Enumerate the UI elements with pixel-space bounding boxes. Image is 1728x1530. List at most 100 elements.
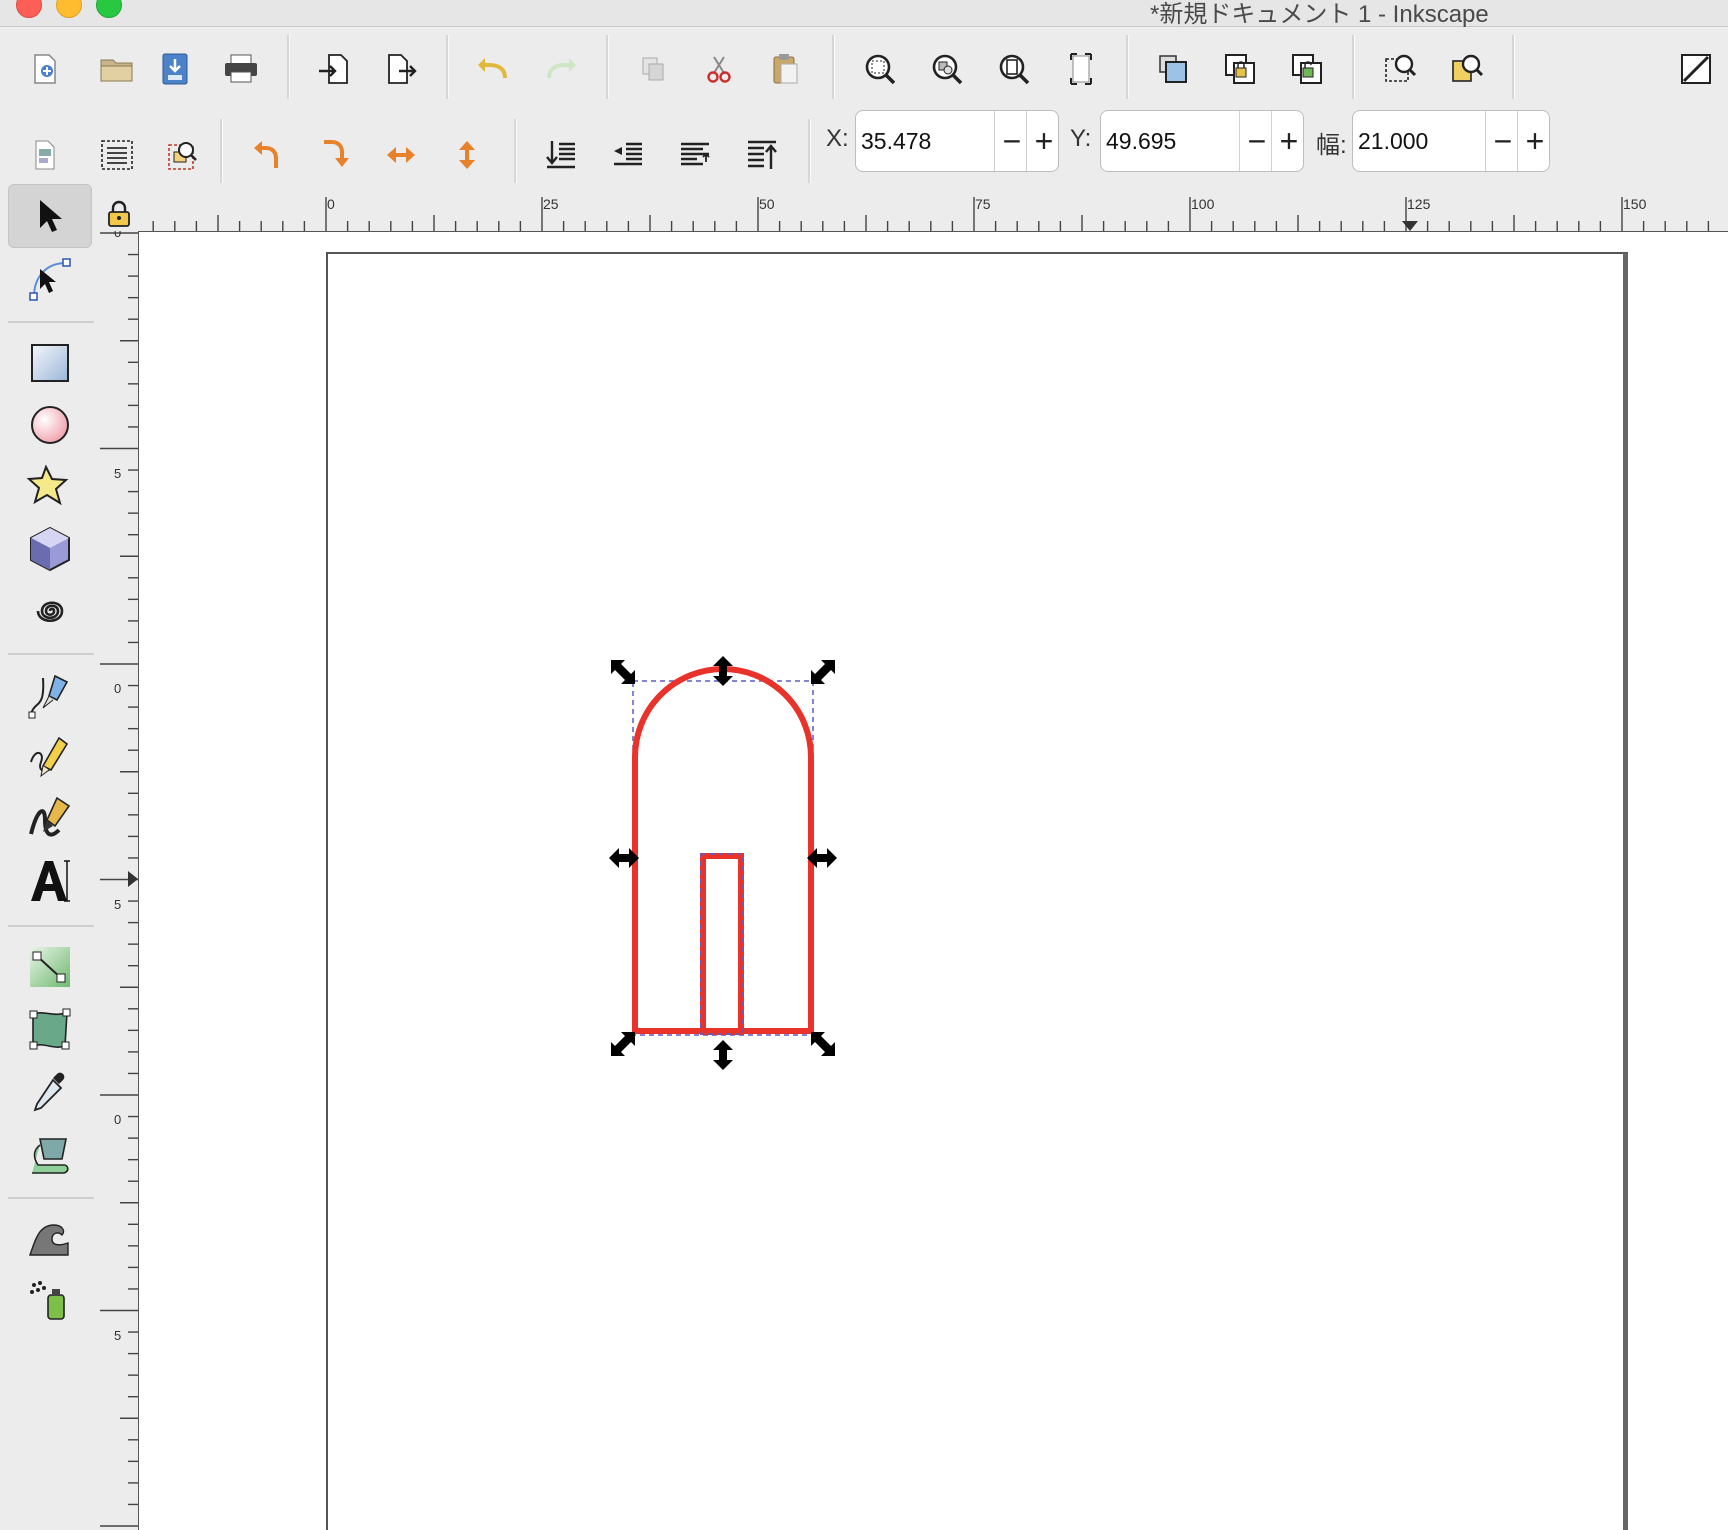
- fill-stroke-button[interactable]: [1375, 44, 1425, 94]
- toolbar-separator: [514, 119, 517, 183]
- x-increment-button[interactable]: +: [1026, 111, 1061, 171]
- text-tool[interactable]: [8, 849, 92, 913]
- flip-horizontal-button[interactable]: [376, 130, 426, 180]
- page-border: [326, 252, 1628, 1530]
- open-button[interactable]: [92, 44, 142, 94]
- toolbar-separator: [287, 35, 290, 99]
- select-all-layers-button[interactable]: [92, 130, 142, 180]
- export-button[interactable]: [376, 44, 426, 94]
- raise-to-top-order-button[interactable]: [737, 130, 787, 180]
- xml-editor-icon: [1681, 54, 1711, 84]
- node-tool[interactable]: [8, 247, 92, 311]
- raise-to-top-button[interactable]: [1148, 44, 1198, 94]
- width-input[interactable]: [1356, 117, 1500, 165]
- zoom-page-width-button[interactable]: [1056, 44, 1106, 94]
- toolbar-separator: [1352, 35, 1355, 99]
- tweak-icon: [29, 1224, 69, 1256]
- horizontal-ruler-ticks: [152, 197, 1710, 231]
- circle-icon: [31, 406, 69, 444]
- spiral-icon: [36, 601, 64, 623]
- zoom-page-button[interactable]: [989, 44, 1039, 94]
- zoom-window-button[interactable]: [96, 0, 122, 18]
- align-distribute-button[interactable]: [1442, 44, 1492, 94]
- vertical-ruler[interactable]: 0 5 0 5 0 5: [100, 231, 139, 1530]
- fill-stroke-icon: [1385, 54, 1417, 82]
- y-increment-button[interactable]: +: [1271, 111, 1306, 171]
- rotate-cw-button[interactable]: [309, 130, 359, 180]
- undo-icon: [478, 58, 507, 79]
- raise-button[interactable]: [670, 130, 720, 180]
- x-decrement-button[interactable]: −: [994, 111, 1029, 171]
- width-increment-button[interactable]: +: [1517, 111, 1552, 171]
- x-input[interactable]: [859, 117, 1003, 165]
- printer-icon: [225, 54, 257, 83]
- rotate-ccw-button[interactable]: [241, 130, 291, 180]
- tweak-tool[interactable]: [8, 1207, 92, 1271]
- pencil-tool[interactable]: [8, 725, 92, 789]
- zoom-drawing-button[interactable]: [922, 44, 972, 94]
- gradient-tool[interactable]: [8, 935, 92, 999]
- calligraphy-tool[interactable]: [8, 787, 92, 851]
- toolbar-separator: [832, 35, 835, 99]
- mesh-tool[interactable]: [8, 997, 92, 1061]
- undo-button[interactable]: [468, 44, 518, 94]
- xml-editor-button[interactable]: [1678, 44, 1728, 94]
- save-button[interactable]: [150, 44, 200, 94]
- 3d-box-tool[interactable]: [8, 517, 92, 581]
- rotate-ccw-icon: [254, 141, 278, 168]
- window-title: *新規ドキュメント 1 - Inkscape: [1150, 1, 1489, 28]
- width-label: 幅:: [1316, 132, 1347, 159]
- export-icon: [388, 54, 417, 84]
- ungroup-button[interactable]: [1282, 44, 1332, 94]
- save-icon: [162, 53, 188, 85]
- redo-button[interactable]: [536, 44, 586, 94]
- import-button[interactable]: [310, 44, 360, 94]
- toolbox-separator: [8, 653, 94, 655]
- rotate-cw-icon: [324, 140, 349, 167]
- width-decrement-button[interactable]: −: [1485, 111, 1520, 171]
- guide-lock-toggle[interactable]: [100, 197, 138, 231]
- ruler-label: 75: [975, 197, 991, 212]
- y-decrement-button[interactable]: −: [1239, 111, 1274, 171]
- rectangle-tool[interactable]: [8, 331, 92, 395]
- ruler-label: 25: [543, 197, 559, 212]
- zoom-page-icon: [999, 54, 1030, 85]
- node-editor-icon: [29, 258, 71, 301]
- minimize-window-button[interactable]: [56, 0, 82, 18]
- paste-icon: [773, 54, 798, 84]
- select-all-layers-icon: [101, 140, 133, 170]
- cut-button[interactable]: [694, 44, 744, 94]
- ellipse-tool[interactable]: [8, 393, 92, 457]
- lower-button[interactable]: [603, 130, 653, 180]
- width-field: − +: [1352, 110, 1550, 172]
- zoom-selection-button[interactable]: [855, 44, 905, 94]
- calligraphy-pen-icon: [29, 796, 71, 837]
- select-same-button[interactable]: [159, 130, 209, 180]
- x-field: − +: [855, 110, 1059, 172]
- star-tool[interactable]: [8, 455, 92, 519]
- arrow-pointer-icon: [40, 200, 62, 232]
- paste-button[interactable]: [760, 44, 810, 94]
- select-all-button[interactable]: [20, 130, 70, 180]
- print-button[interactable]: [216, 44, 266, 94]
- ruler-label: 5: [114, 897, 122, 912]
- commands-toolbar: [0, 27, 1728, 115]
- bezier-tool[interactable]: [8, 663, 92, 727]
- new-document-button[interactable]: [20, 44, 70, 94]
- lower-to-bottom-button[interactable]: [536, 130, 586, 180]
- y-input[interactable]: [1104, 117, 1248, 165]
- spray-tool[interactable]: [8, 1269, 92, 1333]
- dropper-tool[interactable]: [8, 1059, 92, 1123]
- spiral-tool[interactable]: [8, 579, 92, 643]
- mesh-icon: [29, 1008, 71, 1050]
- drawing-canvas[interactable]: [139, 232, 1728, 1530]
- selector-tool[interactable]: [8, 184, 92, 248]
- close-window-button[interactable]: [16, 0, 42, 18]
- flip-vertical-button[interactable]: [442, 130, 492, 180]
- ruler-label: 50: [759, 197, 775, 212]
- ruler-label: 0: [327, 197, 335, 212]
- group-button[interactable]: [1215, 44, 1265, 94]
- duplicate-button[interactable]: [628, 44, 678, 94]
- horizontal-ruler[interactable]: 0 25 50 75 100 125 150: [138, 197, 1728, 232]
- paint-bucket-tool[interactable]: [8, 1121, 92, 1185]
